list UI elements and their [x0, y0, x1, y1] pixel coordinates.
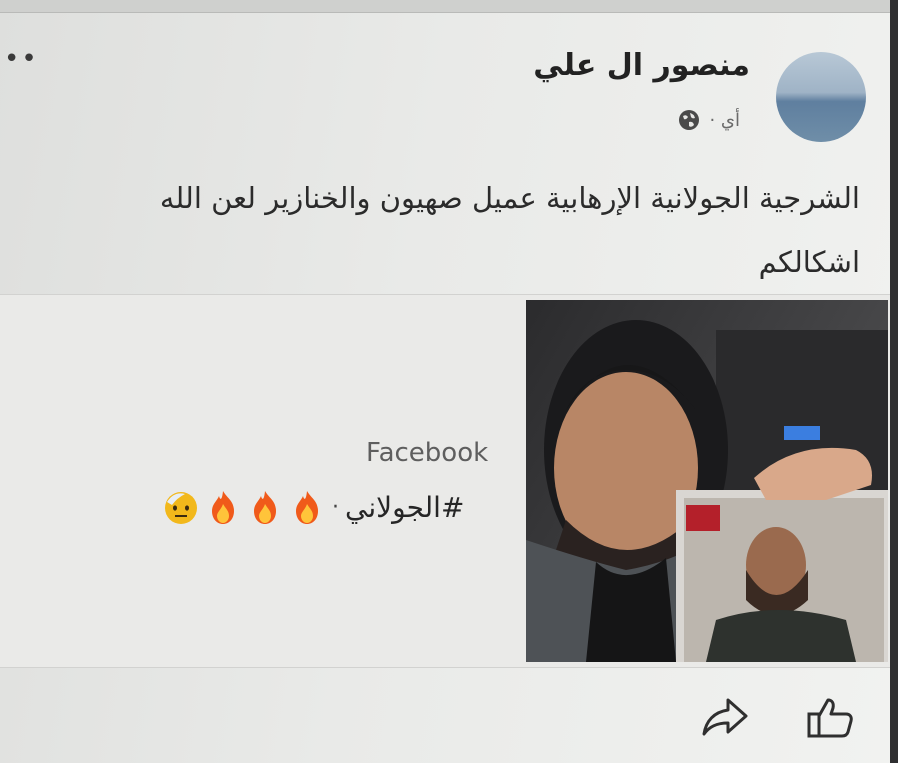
hashtag[interactable]: #الجولاني [345, 491, 464, 524]
post-action-bar [0, 670, 890, 763]
avatar[interactable] [776, 52, 866, 142]
face-icon [165, 492, 197, 524]
author-name[interactable]: منصور ال علي [533, 48, 750, 83]
share-icon[interactable] [702, 696, 748, 738]
separator: · [332, 494, 339, 520]
post-text: الشرجية الجولانية الإرهابية عميل صهيون و… [40, 166, 860, 294]
globe-icon [679, 110, 700, 130]
more-options-icon[interactable]: •• [4, 44, 39, 74]
link-caption[interactable]: #الجولاني · [162, 488, 464, 526]
like-icon[interactable] [806, 694, 854, 740]
post-text-line-2: اشكالكم [758, 245, 860, 279]
photo-illustration [526, 320, 888, 662]
link-source: Facebook [366, 438, 489, 468]
facebook-post-screen: •• منصور ال علي أي · الشرجية الجولانية ا… [0, 0, 898, 763]
link-thumbnail-photo[interactable] [526, 300, 888, 662]
fire-icon [254, 491, 276, 524]
top-border [0, 0, 898, 13]
screen-edge [890, 0, 898, 763]
post-meta: أي · [677, 108, 740, 132]
fire-icon [296, 491, 318, 524]
post-text-line-1: الشرجية الجولانية الإرهابية عميل صهيون و… [159, 181, 860, 215]
emoji-row [162, 488, 326, 526]
post-time[interactable]: أي · [709, 110, 740, 131]
fire-icon [212, 491, 234, 524]
